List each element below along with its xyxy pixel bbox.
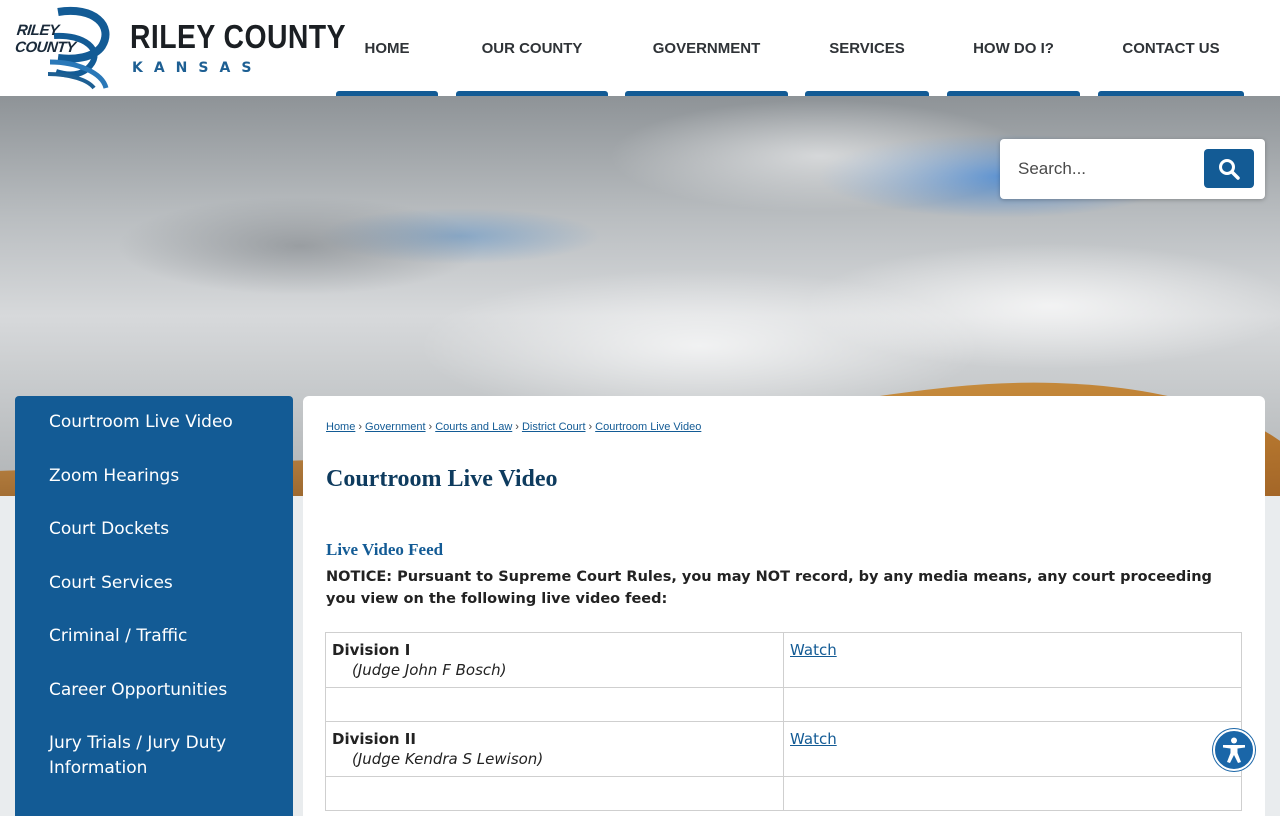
nav-item-bar: [336, 91, 438, 96]
accessibility-icon: [1223, 737, 1245, 763]
nav-item-our-county[interactable]: OUR COUNTY: [456, 0, 608, 96]
sidebar-item-criminal-traffic[interactable]: Criminal / Traffic: [49, 624, 279, 649]
nav-item-bar: [805, 91, 929, 96]
nav-item-label: HOME: [364, 39, 410, 57]
sidebar-nav: Courtroom Live Video Zoom Hearings Court…: [15, 396, 293, 816]
search-input[interactable]: [1010, 149, 1196, 189]
nav-item-home[interactable]: HOME: [336, 0, 438, 96]
nav-item-contact-us[interactable]: CONTACT US: [1098, 0, 1244, 96]
breadcrumb-government[interactable]: Government: [365, 421, 426, 433]
nav-item-label: CONTACT US: [1122, 39, 1220, 57]
page-title: Courtroom Live Video: [326, 466, 558, 492]
nav-item-bar: [1098, 91, 1244, 96]
division-cell: Division I (Judge John F Bosch): [325, 632, 784, 688]
breadcrumb-courts-and-law[interactable]: Courts and Law: [435, 421, 512, 433]
watch-link-division-1[interactable]: Watch: [790, 641, 837, 659]
breadcrumb-separator: ›: [588, 421, 593, 433]
judge-name: (Judge John F Bosch): [352, 661, 507, 679]
nav-item-label: HOW DO I?: [973, 39, 1054, 57]
sidebar-item-career-opportunities[interactable]: Career Opportunities: [49, 678, 279, 703]
search-button[interactable]: [1204, 149, 1254, 188]
division-cell: Division II (Judge Kendra S Lewison): [325, 721, 784, 777]
video-feed-table: Division I (Judge John F Bosch) Watch Di…: [325, 632, 1242, 811]
empty-cell: [783, 687, 1242, 722]
section-title: Live Video Feed: [326, 540, 444, 559]
sidebar-item-court-dockets[interactable]: Court Dockets: [49, 517, 279, 542]
breadcrumb-courtroom-live-video[interactable]: Courtroom Live Video: [595, 421, 701, 433]
link-cell: Watch: [783, 632, 1242, 688]
sidebar-item-courtroom-live-video[interactable]: Courtroom Live Video: [49, 410, 279, 435]
breadcrumb-separator: ›: [358, 421, 363, 433]
nav-item-how-do-i[interactable]: HOW DO I?: [947, 0, 1080, 96]
breadcrumb: Home › Government › Courts and Law › District …: [326, 421, 701, 433]
nav-item-label: GOVERNMENT: [652, 39, 761, 57]
main-content: Home › Government › Courts and Law › District …: [303, 396, 1265, 816]
empty-cell: [325, 776, 784, 811]
nav-item-label: OUR COUNTY: [481, 39, 583, 57]
table-row: Division I (Judge John F Bosch) Watch: [325, 632, 1242, 688]
nav-item-bar: [456, 91, 608, 96]
site-logo[interactable]: RILEY COUNTY RILEY COUNTY KANSAS: [14, 6, 346, 90]
search-icon: [1219, 158, 1240, 180]
nav-item-bar: [947, 91, 1080, 96]
judge-name: (Judge Kendra S Lewison): [352, 750, 544, 768]
division-name: Division II: [332, 730, 416, 748]
breadcrumb-separator: ›: [428, 421, 433, 433]
recording-notice: NOTICE: Pursuant to Supreme Court Rules,…: [326, 569, 1212, 607]
nav-item-bar: [625, 91, 788, 96]
breadcrumb-separator: ›: [515, 421, 519, 433]
nav-item-government[interactable]: GOVERNMENT: [625, 0, 788, 96]
logo-subtitle: KANSAS: [132, 60, 263, 76]
logo-mark: RILEY COUNTY: [14, 6, 114, 90]
link-cell: Watch: [783, 721, 1242, 777]
sidebar-item-zoom-hearings[interactable]: Zoom Hearings: [49, 464, 279, 489]
watch-link-division-2[interactable]: Watch: [790, 730, 837, 748]
accessibility-button[interactable]: [1213, 729, 1255, 771]
division-name: Division I: [332, 641, 411, 659]
breadcrumb-district-court[interactable]: District Court: [522, 421, 586, 433]
empty-cell: [783, 776, 1242, 811]
sidebar-item-jury-trials[interactable]: Jury Trials / Jury Duty Information: [49, 731, 279, 781]
empty-cell: [325, 687, 784, 722]
table-row: [325, 687, 1242, 722]
table-row: [325, 776, 1242, 811]
search-box: [1000, 139, 1265, 199]
logo-mark-text: RILEY COUNTY: [14, 22, 77, 56]
nav-item-label: SERVICES: [829, 39, 905, 57]
nav-item-services[interactable]: SERVICES: [805, 0, 929, 96]
site-header: RILEY COUNTY RILEY COUNTY KANSAS HOME OU…: [0, 0, 1280, 96]
table-row: Division II (Judge Kendra S Lewison) Wat…: [325, 721, 1242, 777]
sidebar-item-court-services[interactable]: Court Services: [49, 571, 279, 596]
breadcrumb-home[interactable]: Home: [326, 421, 355, 433]
logo-title: RILEY COUNTY: [130, 18, 346, 55]
